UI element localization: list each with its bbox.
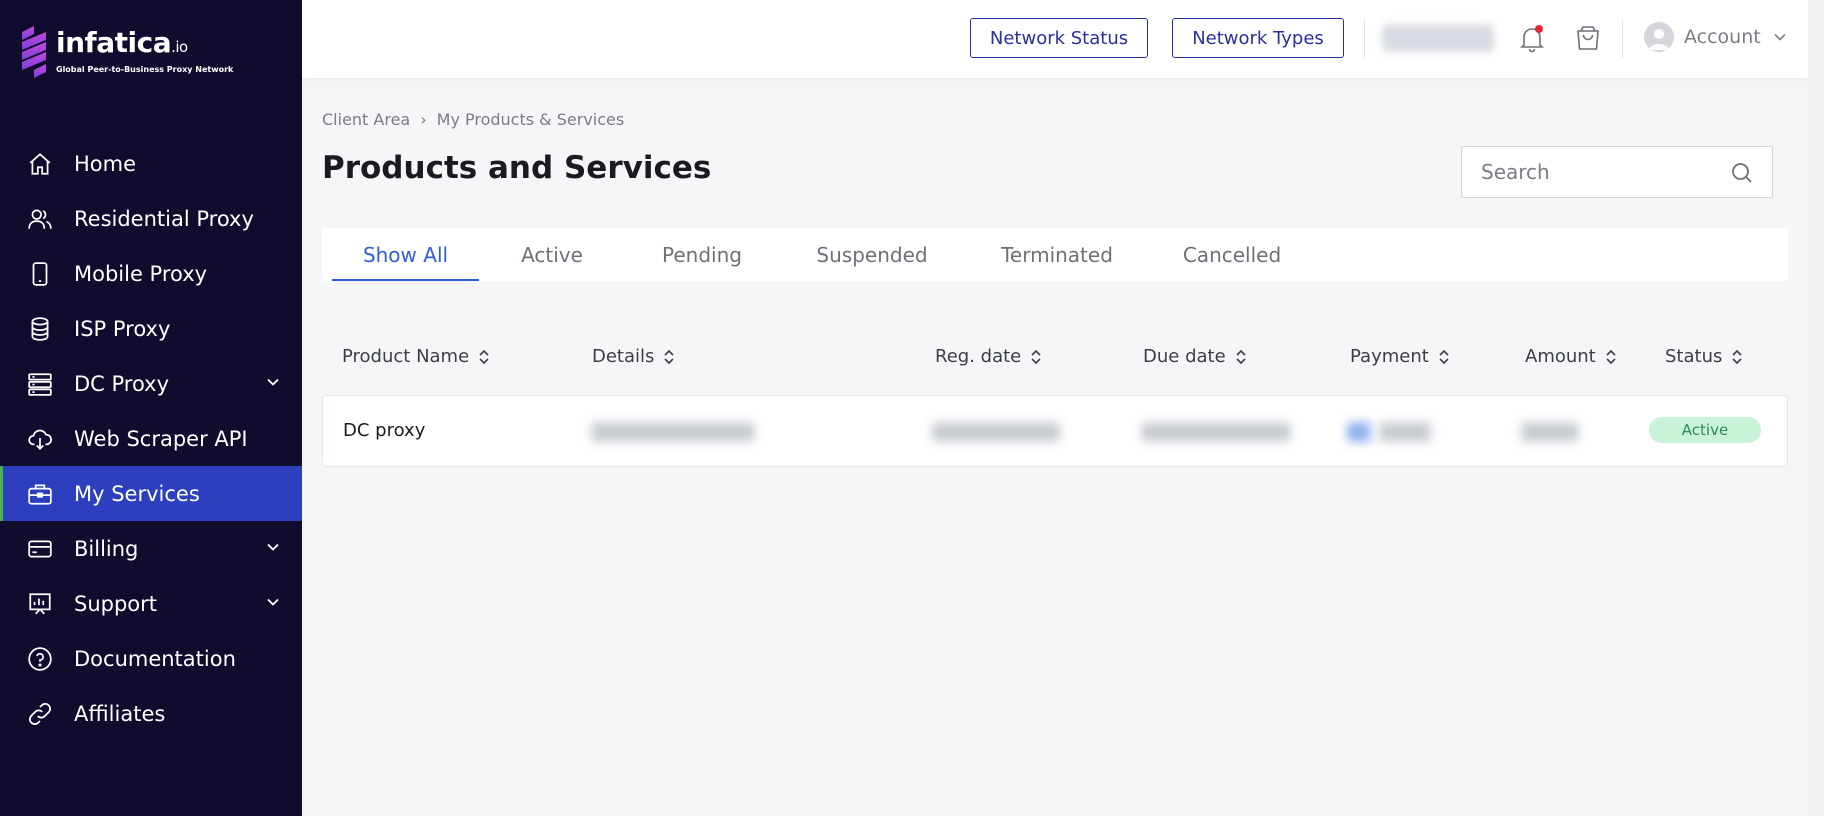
sidebar-item-isp-proxy[interactable]: ISP Proxy	[0, 301, 302, 356]
logo-tagline: Global Peer-to-Business Proxy Network	[56, 65, 234, 74]
chevron-down-icon	[1774, 33, 1786, 41]
search-input[interactable]	[1462, 147, 1722, 197]
sidebar-item-label: Billing	[74, 536, 139, 561]
sort-icon	[1732, 349, 1742, 364]
status-tabs: Show All Active Pending Suspended Termin…	[322, 228, 1788, 281]
sidebar-item-home[interactable]: Home	[0, 136, 302, 191]
column-product-name[interactable]: Product Name	[342, 346, 490, 367]
sort-icon	[479, 349, 489, 364]
sort-icon	[1236, 349, 1246, 364]
tab-suspended[interactable]: Suspended	[792, 228, 952, 281]
sidebar-item-label: DC Proxy	[74, 371, 170, 396]
column-status[interactable]: Status	[1665, 346, 1743, 367]
notifications-bell-icon[interactable]	[1514, 20, 1550, 56]
column-details[interactable]: Details	[592, 346, 675, 367]
tab-cancelled[interactable]: Cancelled	[1152, 228, 1312, 281]
sidebar-item-label: Documentation	[74, 646, 236, 671]
database-icon	[26, 315, 54, 343]
column-reg-date[interactable]: Reg. date	[935, 346, 1042, 367]
sidebar-item-mobile-proxy[interactable]: Mobile Proxy	[0, 246, 302, 301]
product-name-cell[interactable]: DC proxy	[343, 420, 425, 441]
account-menu[interactable]: Account	[1644, 22, 1787, 52]
divider	[1364, 20, 1365, 58]
credit-card-icon	[26, 535, 54, 563]
table-header: Product Name Details Reg. date Due date …	[322, 338, 1788, 378]
network-status-button[interactable]: Network Status	[970, 18, 1148, 58]
due-date-redacted	[1141, 422, 1291, 442]
logo-mark-icon	[22, 26, 46, 78]
logo[interactable]: infatica.io Global Peer-to-Business Prox…	[20, 26, 233, 78]
top-bar: Network Status Network Types Account	[302, 0, 1808, 78]
breadcrumb-current: My Products & Services	[436, 110, 625, 129]
network-types-button[interactable]: Network Types	[1172, 18, 1344, 58]
sidebar: infatica.io Global Peer-to-Business Prox…	[0, 0, 302, 816]
sidebar-item-label: Web Scraper API	[74, 426, 248, 451]
tab-pending[interactable]: Pending	[642, 228, 762, 281]
sidebar-item-affiliates[interactable]: Affiliates	[0, 686, 302, 741]
search-box	[1461, 146, 1773, 198]
cloud-download-icon	[26, 425, 54, 453]
sidebar-item-dc-proxy[interactable]: DC Proxy	[0, 356, 302, 411]
sidebar-item-label: ISP Proxy	[74, 316, 171, 341]
cart-icon[interactable]	[1570, 20, 1606, 56]
sort-icon	[1031, 349, 1041, 364]
scrollbar-track[interactable]	[1808, 0, 1824, 816]
breadcrumb-separator: ›	[420, 110, 427, 129]
chevron-down-icon[interactable]	[266, 540, 280, 554]
phone-icon	[26, 260, 54, 288]
sidebar-item-label: Support	[74, 591, 158, 616]
payment-icon-redacted	[1347, 422, 1371, 442]
column-amount[interactable]: Amount	[1525, 346, 1617, 367]
column-payment[interactable]: Payment	[1350, 346, 1450, 367]
account-label: Account	[1684, 26, 1761, 48]
balance-redacted	[1382, 24, 1494, 52]
page-title: Products and Services	[322, 150, 712, 186]
sidebar-item-label: Affiliates	[74, 701, 166, 726]
sidebar-item-web-scraper-api[interactable]: Web Scraper API	[0, 411, 302, 466]
sidebar-item-label: Residential Proxy	[74, 206, 254, 231]
logo-name: infatica.io	[56, 26, 188, 59]
avatar-icon	[1644, 22, 1674, 52]
sidebar-item-label: My Services	[74, 481, 200, 506]
divider	[1622, 20, 1623, 58]
amount-redacted	[1521, 422, 1579, 442]
sidebar-nav: Home Residential Proxy Mobile Proxy ISP …	[0, 136, 302, 741]
details-redacted	[591, 422, 755, 442]
search-icon[interactable]	[1730, 161, 1754, 185]
help-circle-icon	[26, 645, 54, 673]
table-row[interactable]: DC proxy Active	[322, 395, 1788, 467]
link-icon	[26, 700, 54, 728]
chevron-down-icon[interactable]	[266, 595, 280, 609]
reg-date-redacted	[932, 422, 1060, 442]
briefcase-icon	[26, 480, 54, 508]
chevron-down-icon[interactable]	[266, 375, 280, 389]
sidebar-item-residential-proxy[interactable]: Residential Proxy	[0, 191, 302, 246]
tab-active[interactable]: Active	[502, 228, 602, 281]
sidebar-item-documentation[interactable]: Documentation	[0, 631, 302, 686]
payment-redacted	[1379, 422, 1431, 442]
sidebar-item-billing[interactable]: Billing	[0, 521, 302, 576]
sidebar-item-label: Mobile Proxy	[74, 261, 208, 286]
tab-terminated[interactable]: Terminated	[972, 228, 1142, 281]
home-icon	[26, 150, 54, 178]
tab-show-all[interactable]: Show All	[332, 228, 479, 281]
sidebar-item-my-services[interactable]: My Services	[0, 466, 302, 521]
users-icon	[26, 205, 54, 233]
sort-icon	[1606, 349, 1616, 364]
sort-icon	[1439, 349, 1449, 364]
status-badge: Active	[1649, 417, 1761, 443]
column-due-date[interactable]: Due date	[1143, 346, 1247, 367]
breadcrumb: Client Area › My Products & Services	[322, 110, 624, 129]
sort-icon	[664, 349, 674, 364]
breadcrumb-client-area[interactable]: Client Area	[322, 110, 410, 129]
server-icon	[26, 370, 54, 398]
sidebar-item-label: Home	[74, 151, 137, 176]
sidebar-item-support[interactable]: Support	[0, 576, 302, 631]
chart-icon	[26, 590, 54, 618]
